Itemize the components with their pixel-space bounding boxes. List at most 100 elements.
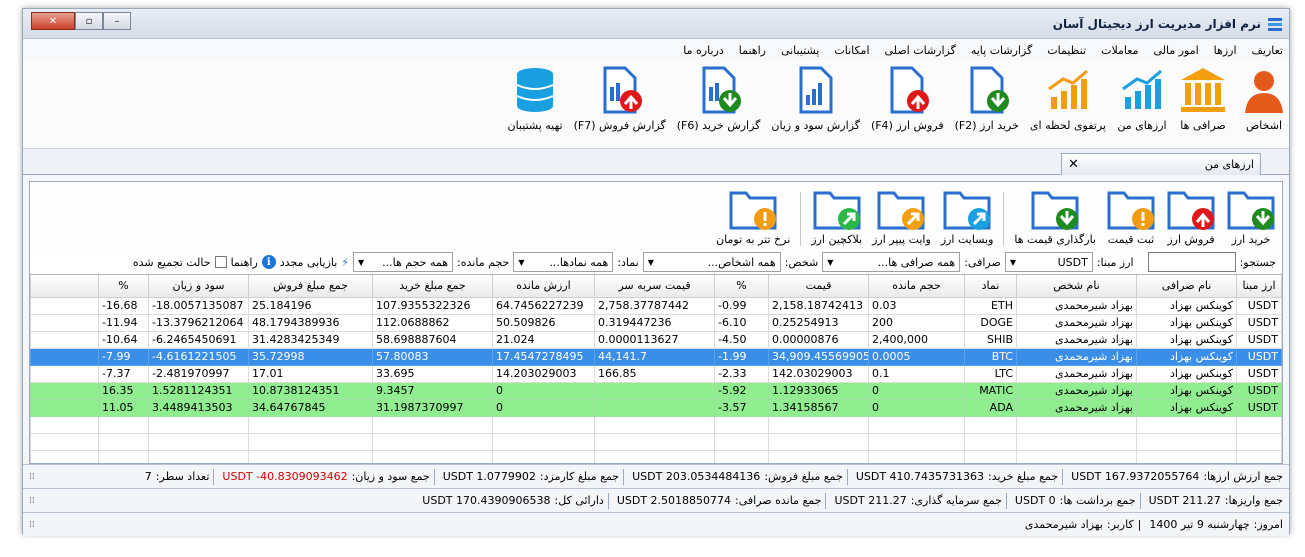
- column-header[interactable]: قیمت سربه سر: [594, 275, 715, 298]
- table-row[interactable]: USDT کوینکس بهزاد بهزاد شیرمحمدی DOGE 200 0.2…: [30, 313, 1282, 332]
- whitepaper-action[interactable]: وایت پیپر ارز: [872, 187, 931, 246]
- empty-cell: [1136, 415, 1237, 434]
- table-cell: 0.03: [868, 296, 965, 315]
- menu-item[interactable]: راهنما: [739, 44, 766, 57]
- column-header[interactable]: جمع مبلغ فروش: [248, 275, 373, 298]
- table-cell: SHIB: [964, 330, 1017, 349]
- load-prices-action[interactable]: بارگذاری قیمت ها: [1014, 187, 1096, 246]
- table-row[interactable]: USDT کوینکس بهزاد بهزاد شیرمحمدی BTC 0.0005 3…: [30, 347, 1282, 366]
- column-header[interactable]: ارز مبنا: [1236, 275, 1282, 298]
- table-row[interactable]: USDT کوینکس بهزاد بهزاد شیرمحمدی LTC 0.1 142.…: [30, 364, 1282, 383]
- column-header[interactable]: نام شخص: [1016, 275, 1137, 298]
- empty-cell: [868, 415, 965, 434]
- profit-loss-report-button[interactable]: گزارش سود و زیان: [771, 65, 860, 132]
- search-input[interactable]: [1147, 252, 1236, 272]
- sell-currency-button[interactable]: فروش ارز (F4): [871, 65, 944, 132]
- tether-rate-action[interactable]: نرخ تتر به تومان: [716, 187, 790, 246]
- menu-item[interactable]: گزارشات پایه: [971, 44, 1032, 57]
- table-cell: کوینکس بهزاد: [1136, 330, 1237, 349]
- app-logo-icon: [1268, 17, 1282, 31]
- column-header[interactable]: جمع مبلغ خرید: [372, 275, 493, 298]
- exchange-select[interactable]: همه صرافی ها... ▼: [822, 252, 961, 272]
- empty-cell: [964, 432, 1017, 451]
- menu-item[interactable]: پشتیبانی: [781, 44, 819, 57]
- table-row[interactable]: USDT کوینکس بهزاد بهزاد شیرمحمدی ETH 0.03 2,1…: [30, 296, 1282, 315]
- table-cell: 142.03029003: [768, 364, 869, 383]
- table-row[interactable]: USDT کوینکس بهزاد بهزاد شیرمحمدی MATIC 0 1.12…: [30, 381, 1282, 400]
- menu-item[interactable]: تنظیمات: [1047, 44, 1086, 57]
- currency-website-action[interactable]: وبسایت ارز: [941, 187, 993, 246]
- table-row[interactable]: USDT کوینکس بهزاد بهزاد شیرمحمدی ADA 0 1.3415…: [30, 398, 1282, 417]
- empty-cell: [768, 432, 869, 451]
- folder-download-icon: [1031, 191, 1079, 230]
- backup-button[interactable]: تهیه پشتیبان: [508, 65, 563, 132]
- persons-button[interactable]: اشخاص: [1239, 65, 1289, 132]
- resize-grip-icon[interactable]: ⁞⁞: [29, 520, 35, 530]
- menu-item[interactable]: ارزها: [1214, 44, 1237, 57]
- empty-cell: [372, 415, 493, 434]
- register-price-action[interactable]: ثبت قیمت: [1106, 187, 1156, 246]
- table-cell: 0: [868, 398, 965, 417]
- menu-item[interactable]: درباره ما: [683, 44, 723, 57]
- menu-item[interactable]: معاملات: [1101, 44, 1138, 57]
- table-cell: [30, 398, 99, 417]
- column-header[interactable]: ارزش مانده: [492, 275, 595, 298]
- table-cell: 0.25254913: [768, 313, 869, 332]
- help-icon[interactable]: i: [261, 255, 276, 269]
- empty-cell: [1016, 449, 1137, 463]
- sell-report-button[interactable]: گزارش فروش (F7): [574, 65, 666, 132]
- blockchain-action[interactable]: بلاکچین ارز: [811, 187, 862, 246]
- column-header[interactable]: %: [714, 275, 769, 298]
- symbol-select[interactable]: همه نمادها... ▼: [513, 252, 614, 272]
- column-header[interactable]: نماد: [964, 275, 1017, 298]
- table-header: ارز مبنا نام صرافی نام شخص نماد حجم ماند…: [30, 275, 1282, 298]
- empty-cell: [1016, 432, 1137, 451]
- column-header[interactable]: %: [98, 275, 149, 298]
- empty-cell: [98, 432, 149, 451]
- table-cell: DOGE: [964, 313, 1017, 332]
- table-cell: 107.9355322326: [372, 296, 493, 315]
- empty-row: [30, 415, 1282, 434]
- my-currencies-button[interactable]: ارزهای من: [1117, 65, 1167, 132]
- tab-my-currencies[interactable]: ارزهای من ✕: [1061, 153, 1261, 175]
- close-tab-icon[interactable]: ✕: [1068, 157, 1079, 172]
- empty-cell: [1236, 432, 1282, 451]
- buy-report-button[interactable]: گزارش خرید (F6): [677, 65, 760, 132]
- column-header[interactable]: قیمت: [768, 275, 869, 298]
- refresh-icon[interactable]: ⚡: [341, 256, 349, 269]
- sell-currency-action[interactable]: فروش ارز: [1166, 187, 1216, 246]
- maximize-button[interactable]: ▫: [75, 12, 103, 30]
- help-button[interactable]: راهنما: [231, 256, 258, 269]
- person-select[interactable]: همه اشخاص... ▼: [642, 252, 781, 272]
- column-header[interactable]: نام صرافی: [1136, 275, 1237, 298]
- summary-bar-2: جمع واریزها: USDT 211.27 جمع برداشت ها: US…: [23, 488, 1289, 512]
- table-row[interactable]: USDT کوینکس بهزاد بهزاد شیرمحمدی SHIB 2,400,…: [30, 330, 1282, 349]
- base-currency-select[interactable]: USDT ▼: [1004, 252, 1093, 272]
- buy-currency-button[interactable]: خرید ارز (F2): [955, 65, 1019, 132]
- buy-currency-action[interactable]: خرید ارز: [1226, 187, 1276, 246]
- close-button[interactable]: ✕: [31, 12, 75, 30]
- window-controls: ✕ ▫ –: [31, 12, 131, 30]
- table-cell: کوینکس بهزاد: [1136, 347, 1237, 366]
- table-cell: بهزاد شیرمحمدی: [1016, 364, 1137, 383]
- ribbon-toolbar: اشخاص صرافی ها ارزهای من پرتفوی لحظه ای …: [23, 61, 1289, 149]
- column-header[interactable]: سود و زیان: [148, 275, 249, 298]
- group-mode-checkbox[interactable]: [214, 256, 227, 268]
- column-header[interactable]: حجم مانده: [868, 275, 965, 298]
- resize-grip-icon[interactable]: ⁞⁞: [29, 496, 35, 506]
- empty-cell: [1016, 415, 1137, 434]
- table-cell: -13.3796212064: [148, 313, 249, 332]
- exchanges-button[interactable]: صرافی ها: [1178, 65, 1228, 132]
- portfolio-chart-icon: [1048, 69, 1088, 109]
- volume-select[interactable]: همه حجم ها... ▼: [353, 252, 454, 272]
- menu-item[interactable]: تعاریف: [1252, 44, 1283, 57]
- table-cell: 1.5281124351: [148, 381, 249, 400]
- table-cell: [30, 347, 99, 366]
- menu-item[interactable]: امکانات: [834, 44, 869, 57]
- refresh-button[interactable]: بازیابی مجدد: [280, 256, 338, 269]
- menu-item[interactable]: گزارشات اصلی: [885, 44, 956, 57]
- resize-grip-icon[interactable]: ⁞⁞: [29, 472, 35, 482]
- menu-item[interactable]: امور مالی: [1153, 44, 1198, 57]
- minimize-button[interactable]: –: [103, 12, 131, 30]
- live-portfolio-button[interactable]: پرتفوی لحظه ای: [1030, 65, 1106, 132]
